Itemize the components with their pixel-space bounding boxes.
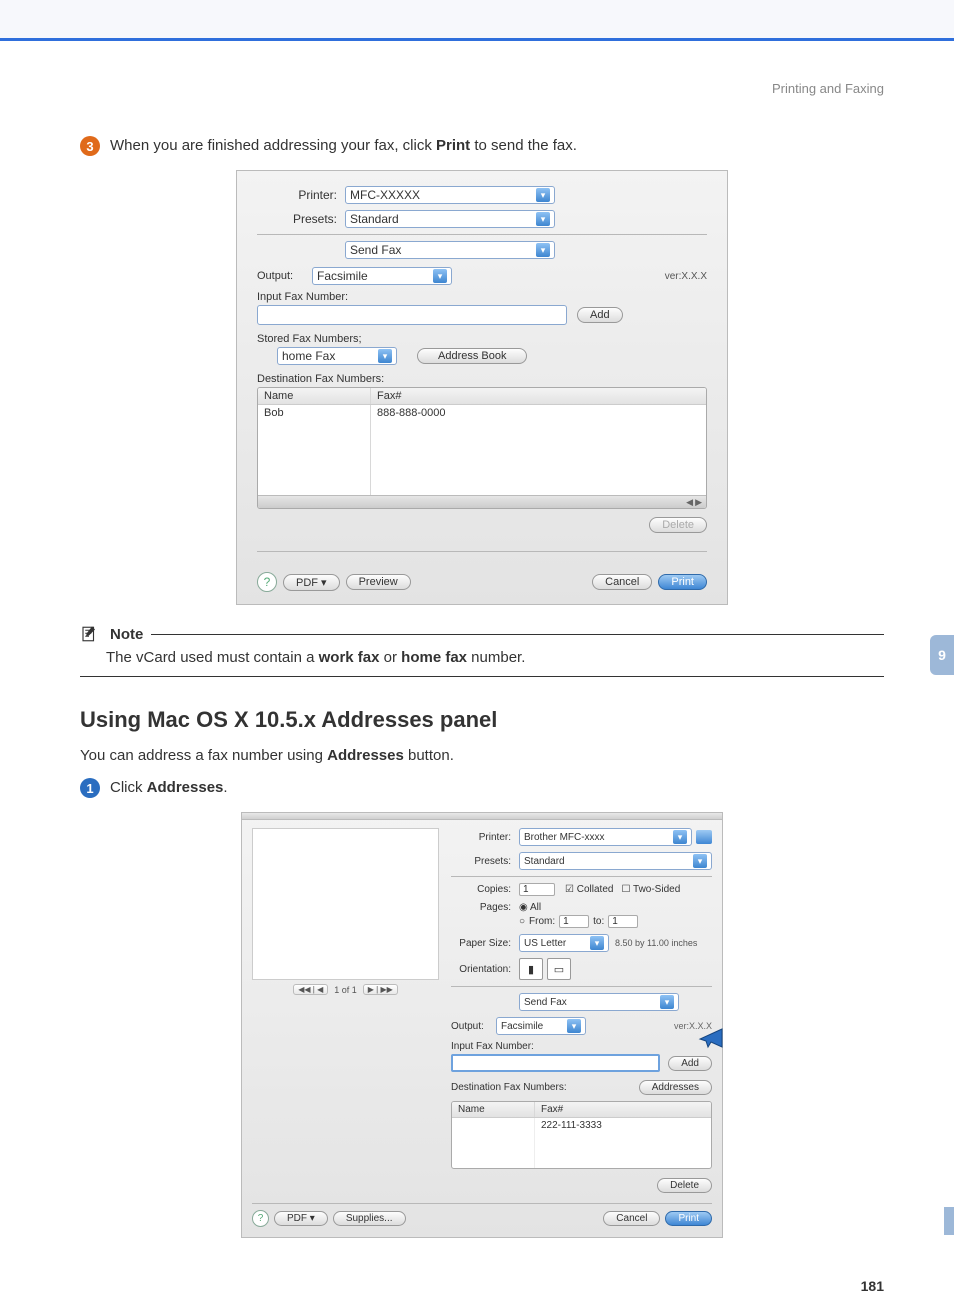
col-name-2: Name	[452, 1102, 535, 1117]
page-number: 181	[80, 1278, 884, 1294]
output-label-2: Output:	[451, 1021, 496, 1032]
printer-select-2[interactable]: Brother MFC-xxxx▾	[519, 828, 692, 846]
step-bullet-1: 1	[80, 778, 100, 798]
intro-paragraph: You can address a fax number using Addre…	[80, 747, 884, 764]
nav-first-icon[interactable]: ◀◀ | ◀	[293, 984, 328, 995]
delete-button-2[interactable]: Delete	[657, 1178, 712, 1193]
cell-fax-2: 222-111-3333	[535, 1118, 608, 1168]
printer-label-2: Printer:	[451, 832, 511, 843]
header-section: Printing and Faxing	[80, 81, 884, 96]
version-text: ver:X.X.X	[665, 271, 707, 282]
chapter-tab: 9	[930, 635, 954, 675]
copies-input[interactable]: 1	[519, 883, 555, 896]
printer-extra-icon[interactable]	[696, 830, 712, 844]
scroll-bar[interactable]: ◀▶	[258, 495, 706, 508]
paper-dim: 8.50 by 11.00 inches	[615, 938, 697, 948]
help-icon-2[interactable]: ?	[252, 1210, 269, 1227]
step-3: 3 When you are finished addressing your …	[80, 136, 884, 156]
step-3-text: When you are finished addressing your fa…	[110, 136, 577, 154]
panel-select[interactable]: Send Fax▾	[345, 241, 555, 259]
to-input[interactable]: 1	[608, 915, 638, 928]
cancel-button[interactable]: Cancel	[592, 574, 652, 590]
heading-addresses-panel: Using Mac OS X 10.5.x Addresses panel	[80, 707, 884, 733]
input-fax-label: Input Fax Number:	[257, 291, 707, 303]
panel-select-2[interactable]: Send Fax▾	[519, 993, 679, 1011]
cell-name: Bob	[258, 405, 371, 495]
input-fax-field[interactable]	[257, 305, 567, 325]
copies-label: Copies:	[451, 884, 511, 895]
chevron-updown-icon: ▾	[536, 188, 550, 202]
printer-select[interactable]: MFC-XXXXX▾	[345, 186, 555, 204]
dest-label: Destination Fax Numbers:	[257, 373, 707, 385]
input-fax-field-2[interactable]	[451, 1054, 660, 1072]
note-icon	[80, 625, 98, 643]
screenshot-print-dialog-large: ◀◀ | ◀ 1 of 1 ▶ | ▶▶ Printer: Brother MF…	[241, 812, 723, 1238]
step-bullet-3: 3	[80, 136, 100, 156]
paper-select[interactable]: US Letter▾	[519, 934, 609, 952]
printer-label: Printer:	[257, 188, 337, 202]
chevron-updown-icon: ▾	[433, 269, 447, 283]
add-button-2[interactable]: Add	[668, 1056, 712, 1071]
top-color-bar	[0, 0, 954, 41]
output-select[interactable]: Facsimile▾	[312, 267, 452, 285]
chevron-updown-icon: ▾	[693, 854, 707, 868]
col-name: Name	[258, 388, 371, 404]
address-book-button[interactable]: Address Book	[417, 348, 527, 364]
delete-button[interactable]: Delete	[649, 517, 707, 533]
preview-button[interactable]: Preview	[346, 574, 411, 590]
presets-label-2: Presets:	[451, 856, 511, 867]
print-button[interactable]: Print	[658, 574, 707, 590]
arrow-callout-icon	[694, 1025, 724, 1049]
destination-table: Name Fax# Bob 888-888-0000 ◀▶	[257, 387, 707, 509]
chevron-updown-icon: ▾	[660, 995, 674, 1009]
chevron-updown-icon: ▾	[567, 1019, 581, 1033]
pdf-button-2[interactable]: PDF ▾	[274, 1211, 328, 1226]
nav-last-icon[interactable]: ▶ | ▶▶	[363, 984, 398, 995]
pages-label: Pages:	[451, 902, 511, 913]
add-button[interactable]: Add	[577, 307, 623, 323]
help-icon[interactable]: ?	[257, 572, 277, 592]
note-block: Note The vCard used must contain a work …	[80, 625, 884, 677]
orientation-portrait-icon[interactable]: ▮	[519, 958, 543, 980]
chevron-updown-icon: ▾	[590, 936, 604, 950]
output-label: Output:	[257, 270, 312, 282]
presets-select-2[interactable]: Standard▾	[519, 852, 712, 870]
supplies-button[interactable]: Supplies...	[333, 1211, 406, 1226]
preview-nav: ◀◀ | ◀ 1 of 1 ▶ | ▶▶	[252, 984, 439, 995]
orientation-landscape-icon[interactable]: ▭	[547, 958, 571, 980]
cancel-button-2[interactable]: Cancel	[603, 1211, 660, 1226]
stored-select[interactable]: home Fax▾	[277, 347, 397, 365]
preview-pane	[252, 828, 439, 980]
step-1-text: Click Addresses.	[110, 778, 228, 796]
col-fax: Fax#	[371, 388, 706, 404]
output-select-2[interactable]: Facsimile▾	[496, 1017, 586, 1035]
corner-decor	[944, 1207, 954, 1235]
chevron-updown-icon: ▾	[673, 830, 687, 844]
screenshot-sendfax-dialog: Printer: MFC-XXXXX▾ Presets: Standard▾ S…	[236, 170, 728, 605]
presets-select[interactable]: Standard▾	[345, 210, 555, 228]
presets-label: Presets:	[257, 212, 337, 226]
dest-label-2: Destination Fax Numbers:	[451, 1082, 567, 1093]
chevron-updown-icon: ▾	[378, 349, 392, 363]
chevron-updown-icon: ▾	[536, 243, 550, 257]
input-fax-label-2: Input Fax Number:	[451, 1041, 712, 1052]
from-input[interactable]: 1	[559, 915, 589, 928]
col-fax-2: Fax#	[535, 1102, 711, 1117]
table-row-2[interactable]: 222-111-3333	[452, 1118, 711, 1168]
note-title: Note	[110, 626, 143, 643]
paper-label: Paper Size:	[451, 938, 511, 949]
step-1: 1 Click Addresses.	[80, 778, 884, 798]
orientation-label: Orientation:	[451, 964, 511, 975]
print-button-2[interactable]: Print	[665, 1211, 712, 1226]
chevron-updown-icon: ▾	[536, 212, 550, 226]
table-row[interactable]: Bob 888-888-0000	[258, 405, 706, 495]
note-body: The vCard used must contain a work fax o…	[80, 643, 884, 677]
cell-fax: 888-888-0000	[371, 405, 452, 495]
pdf-button[interactable]: PDF ▾	[283, 574, 340, 591]
nav-text: 1 of 1	[334, 985, 357, 995]
stored-label: Stored Fax Numbers;	[257, 333, 707, 345]
destination-table-2: Name Fax# 222-111-3333	[451, 1101, 712, 1169]
addresses-button[interactable]: Addresses	[639, 1080, 712, 1095]
